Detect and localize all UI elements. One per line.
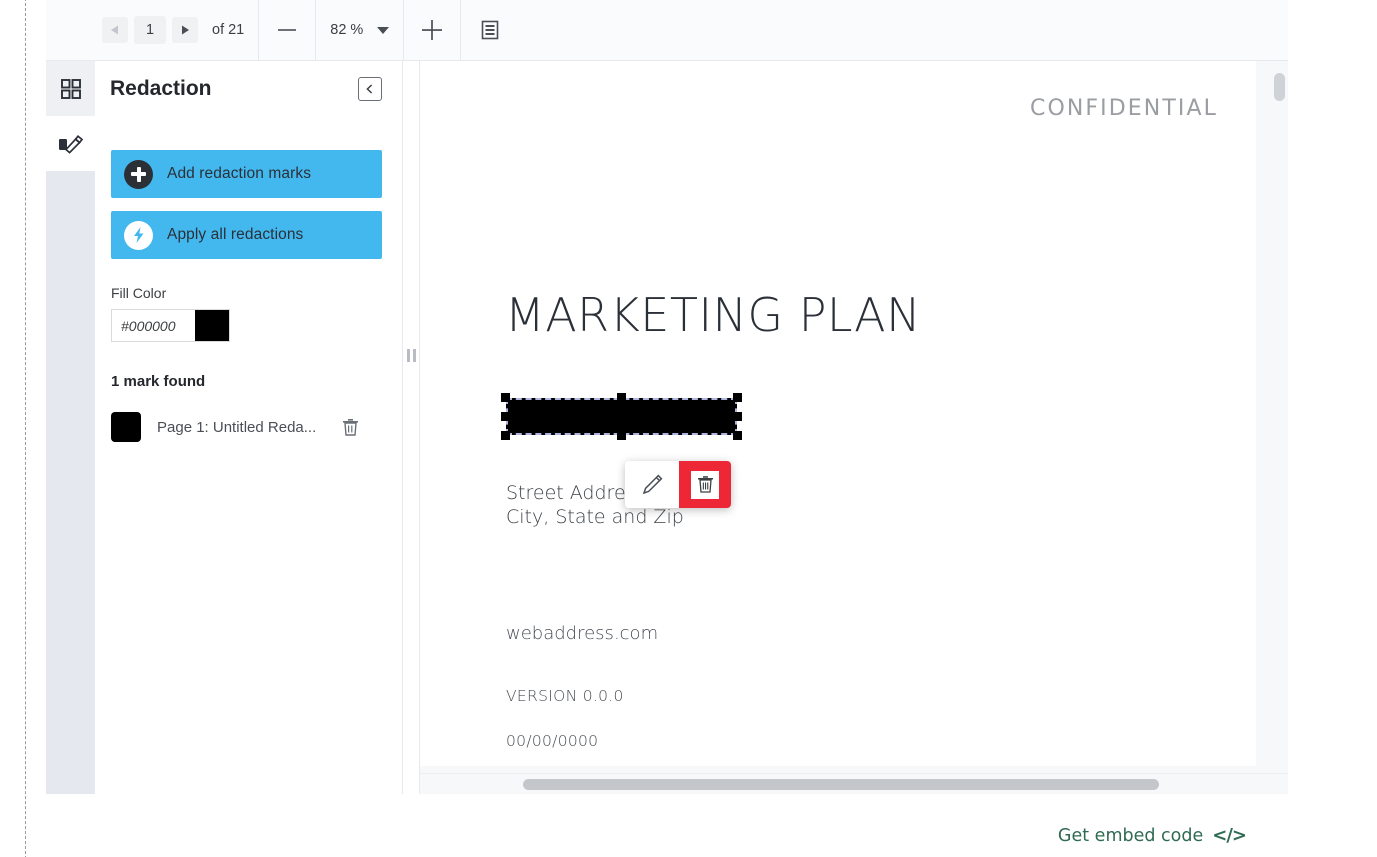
address-line-2: City, State and Zip <box>506 506 684 528</box>
sidebar-rail <box>46 61 95 794</box>
document-canvas[interactable]: CONFIDENTIAL MARKETING PLAN Street Addre… <box>420 61 1288 794</box>
redaction-context-toolbar <box>625 461 731 508</box>
page-number-input[interactable] <box>134 16 166 44</box>
panel-body: Add redaction marks Apply all redactions… <box>95 150 402 442</box>
confidential-watermark: CONFIDENTIAL <box>1029 96 1218 121</box>
page-layout-icon <box>482 20 499 40</box>
pager: of 21 <box>46 16 258 44</box>
get-embed-code-link[interactable]: Get embed code </> <box>1057 825 1247 846</box>
edit-redaction-button[interactable] <box>625 461 679 508</box>
code-brackets-icon: </> <box>1212 825 1247 846</box>
zoom-level-value: 82 % <box>330 22 364 38</box>
redaction-panel: Redaction Add redaction marks Apply all … <box>95 61 403 794</box>
add-redaction-marks-button[interactable]: Add redaction marks <box>111 150 382 198</box>
plus-icon <box>422 20 443 40</box>
resize-handle-ne[interactable] <box>733 393 742 402</box>
viewer-toolbar: of 21 82 % <box>46 0 1288 61</box>
triangle-right-icon <box>182 25 189 35</box>
pencil-icon <box>642 474 662 495</box>
apply-all-redactions-button[interactable]: Apply all redactions <box>111 211 382 259</box>
delete-redaction-button[interactable] <box>679 461 731 508</box>
get-embed-code-label: Get embed code <box>1057 825 1204 846</box>
sidebar-item-redaction[interactable] <box>46 116 95 171</box>
redaction-mark[interactable] <box>501 393 742 440</box>
fill-color-input[interactable] <box>112 310 195 341</box>
resize-handle-e[interactable] <box>733 412 742 421</box>
resize-handle-w[interactable] <box>501 412 510 421</box>
resize-handle-n[interactable] <box>617 393 626 402</box>
resize-handle-se[interactable] <box>733 431 742 440</box>
add-redaction-marks-label: Add redaction marks <box>167 165 312 182</box>
app-root: of 21 82 % <box>0 0 1377 857</box>
resize-handle-nw[interactable] <box>501 393 510 402</box>
previous-page-button[interactable] <box>102 17 128 43</box>
page-layout-button[interactable] <box>461 0 519 61</box>
bottom-bar: Get embed code </> <box>26 794 1288 857</box>
marks-found-label: 1 mark found <box>111 373 206 390</box>
resize-handle-s[interactable] <box>617 431 626 440</box>
delete-mark-button[interactable] <box>338 415 362 439</box>
vertical-scrollbar[interactable] <box>1273 63 1286 763</box>
next-page-button[interactable] <box>172 17 198 43</box>
chevron-left-icon <box>366 83 373 94</box>
apply-all-redactions-label: Apply all redactions <box>167 226 304 243</box>
document-website: webaddress.com <box>506 623 659 644</box>
panel-header: Redaction <box>95 61 402 116</box>
fill-color-label: Fill Color <box>111 285 167 301</box>
trash-icon <box>697 476 713 493</box>
fill-color-swatch[interactable] <box>195 310 229 341</box>
plus-circle-icon <box>124 159 153 189</box>
mark-label: Page 1: Untitled Reda... <box>157 418 317 436</box>
zoom-out-button[interactable] <box>259 0 315 61</box>
delete-icon-chip <box>691 470 719 499</box>
panel-resize-handle[interactable] <box>403 61 420 794</box>
document-version: VERSION 0.0.0 <box>506 687 624 705</box>
resize-handle-sw[interactable] <box>501 431 510 440</box>
triangle-left-icon <box>111 25 118 35</box>
horizontal-scrollbar[interactable] <box>420 773 1288 794</box>
pdf-viewer: of 21 82 % <box>26 0 1288 794</box>
drag-handle-icon <box>407 349 416 362</box>
zoom-level-dropdown[interactable]: 82 % <box>316 22 403 38</box>
chevron-down-icon <box>377 26 390 34</box>
page-total-label: of 21 <box>212 22 245 38</box>
pagination-group: of 21 <box>46 0 258 61</box>
bolt-glyph-icon <box>133 227 143 243</box>
pen-redact-icon <box>58 134 83 154</box>
fill-color-control <box>111 309 230 342</box>
bolt-circle-icon <box>124 220 153 250</box>
list-item[interactable]: Page 1: Untitled Reda... <box>111 412 386 442</box>
horizontal-scrollbar-thumb[interactable] <box>523 779 1159 790</box>
zoom-group: 82 % <box>259 0 460 61</box>
collapse-panel-button[interactable] <box>358 76 382 101</box>
document-title: MARKETING PLAN <box>505 288 921 342</box>
page-title: Redaction <box>110 76 212 100</box>
mark-color-chip <box>111 412 141 442</box>
trash-icon <box>342 418 358 436</box>
zoom-in-button[interactable] <box>404 0 460 61</box>
document-date: 00/00/0000 <box>506 732 599 750</box>
grid-icon <box>60 78 81 99</box>
pdf-page-1: CONFIDENTIAL MARKETING PLAN Street Addre… <box>420 61 1256 766</box>
viewer-body: Redaction Add redaction marks Apply all … <box>46 61 1288 794</box>
sidebar-item-thumbnails[interactable] <box>46 61 95 116</box>
minus-icon <box>278 29 297 31</box>
vertical-scrollbar-thumb[interactable] <box>1274 73 1285 101</box>
